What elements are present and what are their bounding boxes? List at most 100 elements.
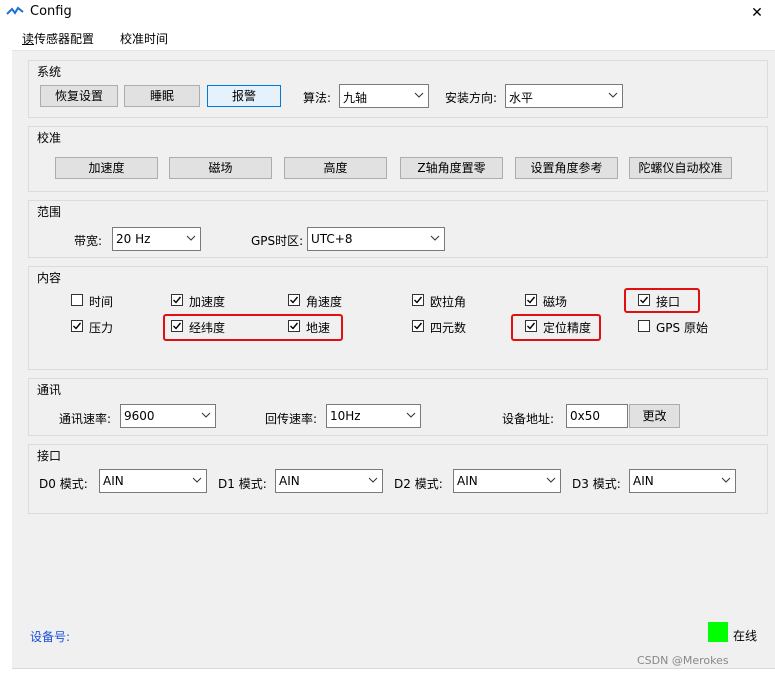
algorithm-label: 算法:: [303, 91, 332, 105]
restore-settings-button[interactable]: 恢复设置: [40, 85, 118, 107]
gps-timezone-label: GPS时区:: [251, 234, 304, 248]
group-range: 范围 带宽: 20 Hz GPS时区: UTC+8: [28, 200, 768, 258]
bottom-divider: [12, 668, 775, 669]
group-ports: 接口 D0 模式: AIN D1 模式: AIN D2 模式: AIN D3 模…: [28, 444, 768, 514]
chevron-down-icon: [368, 477, 378, 483]
checkbox-label: 加速度: [189, 295, 226, 309]
calibrate-height-button[interactable]: 高度: [284, 157, 387, 179]
d0-mode-value: AIN: [103, 474, 124, 488]
d1-mode-value: AIN: [279, 474, 300, 488]
highlight-box: [624, 288, 700, 313]
baud-select[interactable]: 9600: [120, 404, 216, 428]
chevron-down-icon: [546, 477, 556, 483]
chevron-down-icon: [201, 412, 211, 418]
chevron-down-icon: [608, 92, 618, 98]
set-angle-reference-button[interactable]: 设置角度参考: [515, 157, 618, 179]
d2-mode-label: D2 模式:: [394, 477, 443, 491]
d2-mode-select[interactable]: AIN: [453, 469, 561, 493]
highlight-box: [163, 314, 343, 341]
device-number-label: 设备号:: [30, 630, 71, 644]
client-area: 读传感器配置 校准时间 系统 恢复设置 睡眠 报警 算法: 九轴 安装方向: 水…: [12, 26, 775, 669]
checkbox-box: [288, 294, 300, 306]
group-calibration: 校准 加速度 磁场 高度 Z轴角度置零 设置角度参考 陀螺仪自动校准: [28, 126, 768, 192]
check-icon: [414, 322, 423, 330]
calibrate-accel-button[interactable]: 加速度: [55, 157, 158, 179]
checkbox-box: [71, 320, 83, 332]
orientation-select[interactable]: 水平: [505, 84, 623, 108]
device-address-input[interactable]: 0x50: [566, 404, 628, 428]
checkbox-label: 欧拉角: [430, 295, 467, 309]
status-text: 在线: [733, 629, 758, 643]
chevron-down-icon: [430, 235, 440, 241]
checkbox-label: GPS 原始: [656, 321, 708, 335]
group-title: 系统: [35, 63, 64, 80]
bandwidth-label: 带宽:: [74, 234, 103, 248]
chevron-down-icon: [406, 412, 416, 418]
group-title: 范围: [35, 203, 64, 220]
highlight-box: [511, 314, 601, 341]
return-rate-label: 回传速率:: [265, 412, 318, 426]
checkbox-label: 时间: [89, 295, 114, 309]
watermark: CSDN @Merokes: [637, 654, 729, 667]
checkbox-label: 压力: [89, 321, 114, 335]
orientation-value: 水平: [509, 91, 534, 105]
d3-mode-label: D3 模式:: [572, 477, 621, 491]
d3-mode-value: AIN: [633, 474, 654, 488]
check-icon: [173, 296, 182, 304]
group-content: 内容 时间 加速度 角速度 欧拉角 磁场 接口 压力 经纬度 地速 四元数 定位…: [28, 266, 768, 370]
menu-bar: 读传感器配置 校准时间: [12, 26, 775, 51]
d2-mode-value: AIN: [457, 474, 478, 488]
group-system: 系统 恢复设置 睡眠 报警 算法: 九轴 安装方向: 水平: [28, 60, 768, 118]
group-title: 接口: [35, 447, 64, 464]
menu-calibrate-time[interactable]: 校准时间: [120, 30, 168, 47]
checkbox-box: [412, 320, 424, 332]
group-title: 内容: [35, 269, 64, 286]
menu-label: 校准时间: [120, 32, 169, 46]
close-icon[interactable]: ✕: [745, 2, 769, 24]
menu-accel-key: 读: [22, 32, 35, 46]
gyro-auto-calibrate-button[interactable]: 陀螺仪自动校准: [629, 157, 732, 179]
d0-mode-select[interactable]: AIN: [99, 469, 207, 493]
group-title: 通讯: [35, 381, 64, 398]
z-angle-zero-button[interactable]: Z轴角度置零: [400, 157, 503, 179]
app-icon: [6, 6, 24, 15]
check-icon: [414, 296, 423, 304]
menu-read-sensor-config[interactable]: 读传感器配置: [22, 30, 94, 47]
device-address-label: 设备地址:: [502, 412, 555, 426]
d1-mode-select[interactable]: AIN: [275, 469, 383, 493]
checkbox-box: [412, 294, 424, 306]
checkbox-box: [638, 320, 650, 332]
check-icon: [527, 296, 536, 304]
group-title: 校准: [35, 129, 64, 146]
algorithm-select[interactable]: 九轴: [339, 84, 429, 108]
d0-mode-label: D0 模式:: [39, 477, 88, 491]
d3-mode-select[interactable]: AIN: [629, 469, 736, 493]
checkbox-box: [71, 294, 83, 306]
checkbox-label: 磁场: [543, 295, 568, 309]
checkbox-label: 角速度: [306, 295, 343, 309]
d1-mode-label: D1 模式:: [218, 477, 267, 491]
sleep-button[interactable]: 睡眠: [124, 85, 200, 107]
baud-label: 通讯速率:: [59, 412, 112, 426]
chevron-down-icon: [192, 477, 202, 483]
chevron-down-icon: [414, 92, 424, 98]
baud-value: 9600: [124, 409, 155, 423]
checkbox-label: 四元数: [430, 321, 467, 335]
bandwidth-select[interactable]: 20 Hz: [112, 227, 201, 251]
check-icon: [290, 296, 299, 304]
menu-label: 传感器配置: [34, 32, 95, 46]
change-address-button[interactable]: 更改: [629, 404, 680, 428]
chevron-down-icon: [186, 235, 196, 241]
calibrate-magnetic-button[interactable]: 磁场: [169, 157, 272, 179]
return-rate-value: 10Hz: [330, 409, 361, 423]
alarm-button[interactable]: 报警: [207, 85, 281, 107]
chevron-down-icon: [721, 477, 731, 483]
gps-timezone-value: UTC+8: [311, 232, 353, 246]
algorithm-value: 九轴: [343, 91, 368, 105]
return-rate-select[interactable]: 10Hz: [326, 404, 421, 428]
window-title: Config: [30, 4, 72, 19]
title-bar: Config ✕: [0, 0, 775, 26]
orientation-label: 安装方向:: [445, 91, 498, 105]
gps-timezone-select[interactable]: UTC+8: [307, 227, 445, 251]
device-address-value: 0x50: [570, 409, 601, 423]
